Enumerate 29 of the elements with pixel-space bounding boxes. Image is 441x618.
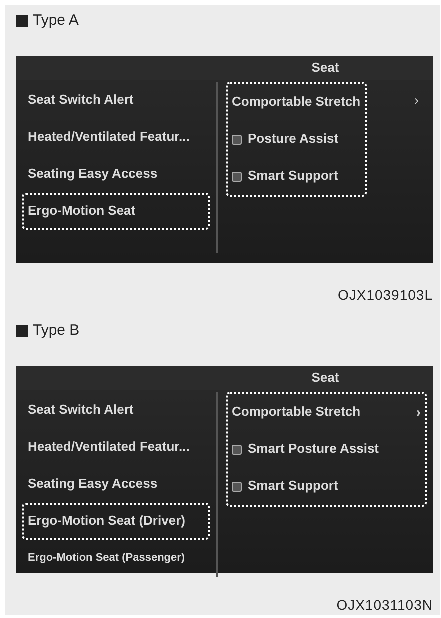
square-bullet-icon (16, 15, 28, 27)
chevron-icon: › (400, 90, 419, 111)
screen-title: Seat (310, 59, 340, 77)
menu-item[interactable]: Ergo-Motion Seat (Passenger) (22, 540, 210, 577)
checkbox[interactable] (232, 134, 242, 144)
figure-code: OJX1031103N (336, 596, 433, 615)
section-title: Type B (33, 320, 80, 341)
option-label: Posture Assist (248, 131, 339, 148)
section-title: Type A (33, 10, 79, 31)
figure-code: OJX1039103L (336, 286, 433, 305)
menu-item[interactable]: Ergo-Motion Seat (22, 193, 210, 230)
checkbox[interactable] (232, 172, 242, 182)
option-label: Smart Support (248, 478, 338, 495)
menu-option[interactable]: Comportable Stretch (228, 84, 365, 121)
menu-option[interactable]: Comportable Stretch › (228, 394, 425, 431)
menu-item[interactable]: Ergo-Motion Seat (Driver) (22, 503, 210, 540)
checkbox[interactable] (232, 444, 242, 454)
menu-item[interactable]: Seating Easy Access (22, 156, 210, 193)
option-label: Smart Posture Assist (248, 441, 380, 458)
menu-item[interactable]: Seat Switch Alert (22, 392, 210, 429)
option-label: Smart Support (248, 168, 338, 185)
checkbox[interactable] (232, 482, 242, 492)
menu-item[interactable]: Seat Switch Alert (22, 82, 210, 119)
menu-item[interactable]: Heated/Ventilated Featur... (22, 429, 210, 466)
menu-item[interactable]: Seating Easy Access (22, 466, 210, 503)
square-bullet-icon (16, 325, 28, 337)
menu-item[interactable]: Heated/Ventilated Featur... (22, 119, 210, 156)
screen-title: Seat (310, 369, 340, 387)
chevron-icon: › (402, 403, 421, 422)
